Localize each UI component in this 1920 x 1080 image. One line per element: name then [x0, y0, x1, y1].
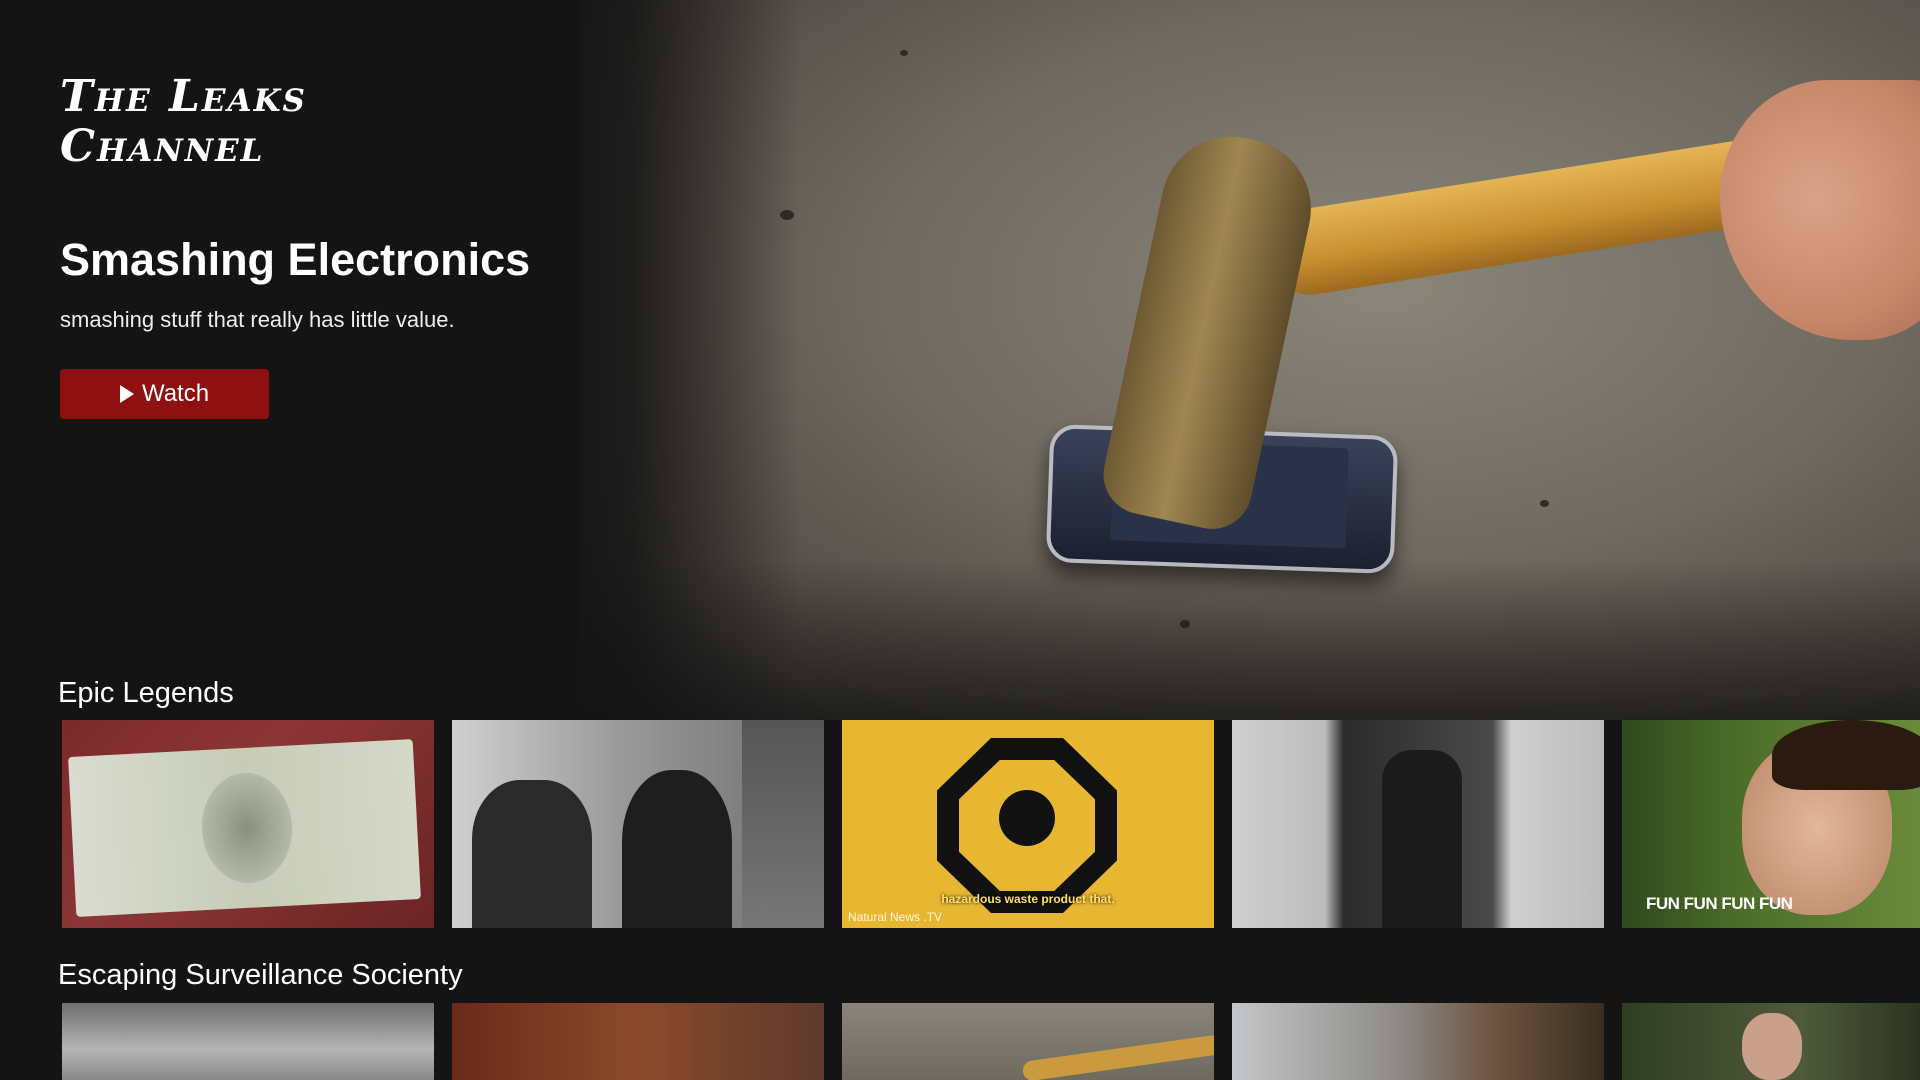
logo-line-1: The Leaks	[60, 71, 307, 122]
tile-brand: Natural News .TV	[848, 910, 943, 924]
video-tile[interactable]	[62, 720, 434, 928]
row-title-epic-legends: Epic Legends	[58, 677, 234, 709]
video-tile[interactable]	[1622, 1003, 1920, 1080]
watch-label: Watch	[141, 380, 210, 407]
skull-hazard-icon	[937, 738, 1117, 913]
video-tile[interactable]	[1232, 1003, 1604, 1080]
video-tile[interactable]: hazardous waste product that, Natural Ne…	[842, 720, 1214, 928]
video-tile[interactable]	[452, 1003, 824, 1080]
logo-line-2: Channel	[60, 121, 265, 172]
row-epic-legends: hazardous waste product that, Natural Ne…	[62, 720, 1920, 928]
channel-logo[interactable]: The Leaks Channel	[60, 72, 380, 172]
video-tile[interactable]	[452, 720, 824, 928]
play-icon	[119, 385, 134, 403]
banknote-illustration	[68, 739, 421, 917]
tile-overlay-text: FUN FUN FUN FUN	[1646, 894, 1793, 913]
tile-caption: hazardous waste product that,	[941, 892, 1115, 906]
hero-title: Smashing Electronics	[60, 234, 531, 285]
row-title-escaping-surveillance: Escaping Surveillance Socienty	[58, 959, 463, 991]
hero-bottom-fade	[580, 560, 1920, 720]
video-tile[interactable]	[842, 1003, 1214, 1080]
hero-description: smashing stuff that really has little va…	[60, 307, 455, 332]
watch-button[interactable]: Watch	[60, 369, 269, 419]
video-tile[interactable]	[1232, 720, 1604, 928]
row-escaping-surveillance	[62, 1003, 1920, 1080]
video-tile[interactable]: FUN FUN FUN FUN	[1622, 720, 1920, 928]
video-tile[interactable]	[62, 1003, 434, 1080]
